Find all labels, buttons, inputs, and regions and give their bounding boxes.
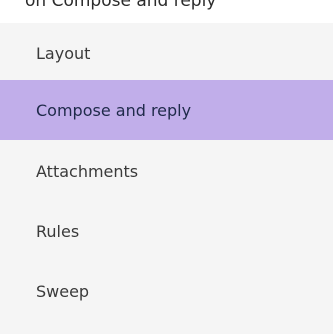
nav-item-compose-and-reply[interactable]: Compose and reply bbox=[0, 80, 333, 140]
nav-item-label: Compose and reply bbox=[36, 100, 192, 120]
settings-nav-menu: Layout Compose and reply Attachments Rul… bbox=[0, 23, 333, 334]
nav-item-label: Attachments bbox=[36, 161, 139, 181]
nav-item-rules[interactable]: Rules bbox=[0, 201, 333, 261]
page-title: on Compose and reply bbox=[25, 0, 217, 11]
nav-item-sweep[interactable]: Sweep bbox=[0, 261, 333, 321]
nav-item-label: Layout bbox=[36, 43, 91, 63]
nav-item-label: Sweep bbox=[36, 281, 90, 301]
nav-item-layout[interactable]: Layout bbox=[0, 23, 333, 83]
nav-item-label: Rules bbox=[36, 221, 80, 241]
nav-item-attachments[interactable]: Attachments bbox=[0, 141, 333, 201]
